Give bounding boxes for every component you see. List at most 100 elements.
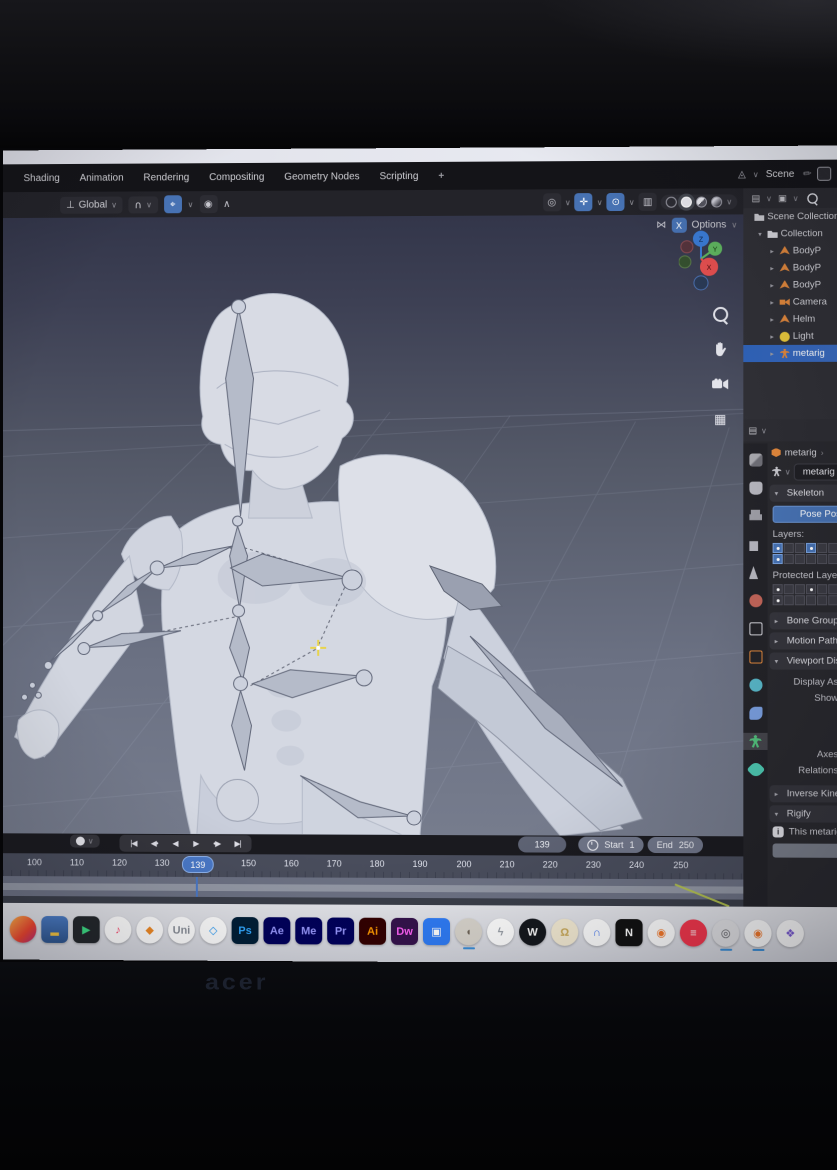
dock-item[interactable]: Ae	[263, 917, 290, 948]
properties-tab[interactable]	[743, 620, 767, 637]
transport-button[interactable]: ▶|	[228, 837, 248, 850]
layer-toggle[interactable]	[806, 554, 816, 564]
search-icon[interactable]	[807, 193, 818, 204]
dock-app-icon[interactable]	[10, 916, 37, 943]
dock-item[interactable]: ▣	[423, 918, 450, 949]
properties-tab[interactable]	[743, 733, 767, 750]
inverse-kinematics-panel-header[interactable]: ▸ Inverse Kinematics	[770, 785, 837, 803]
protected-layer-toggle[interactable]	[828, 584, 837, 594]
dock-item[interactable]: ϟ	[487, 918, 514, 949]
xray-toggle[interactable]: ▥	[639, 193, 657, 211]
dock-app-icon[interactable]: ▶	[73, 916, 100, 943]
protected-layer-toggle[interactable]	[828, 595, 837, 605]
protected-layer-toggle[interactable]	[806, 595, 816, 605]
layer-toggle[interactable]	[817, 543, 827, 553]
dock-item[interactable]: ∩	[583, 919, 610, 950]
dock-item[interactable]: Ai	[359, 918, 386, 949]
dock-item[interactable]: ◖	[455, 918, 482, 949]
layer-toggle[interactable]	[795, 543, 805, 553]
dock-app-icon[interactable]: Uni	[168, 917, 195, 944]
workspace-tab[interactable]: +	[429, 167, 453, 184]
outliner-row[interactable]: ▾ Collection	[743, 225, 837, 243]
layer-toggle[interactable]	[795, 554, 805, 564]
record-button[interactable]	[76, 837, 85, 846]
view-layer-icon[interactable]	[817, 167, 831, 181]
workspace-tab[interactable]: Scripting	[371, 167, 428, 184]
bone-groups-panel-header[interactable]: ▸ Bone Groups	[770, 612, 837, 629]
outliner-row[interactable]: ▸ Camera	[743, 293, 837, 310]
dock-item[interactable]: ◉	[648, 919, 675, 950]
dock-item[interactable]: Dw	[391, 918, 418, 949]
outliner-row[interactable]: ▸ BodyP	[743, 259, 837, 276]
workspace-tab[interactable]: Animation	[71, 169, 133, 186]
dock-app-icon[interactable]: ◆	[136, 917, 163, 944]
dock-item[interactable]: Ps	[232, 917, 259, 948]
camera-view-tool[interactable]	[709, 373, 731, 395]
dock-item[interactable]: ▂	[41, 916, 68, 947]
dock-app-icon[interactable]: W	[519, 919, 546, 946]
expand-arrow-icon[interactable]: ▸	[768, 349, 777, 357]
dock-app-icon[interactable]: Dw	[391, 918, 418, 945]
material-shading-button[interactable]	[696, 196, 707, 207]
transport-button[interactable]: •▶	[207, 837, 227, 850]
orthographic-grid-tool[interactable]: ▦	[709, 408, 731, 430]
frame-ruler[interactable]: 139 100 110 120 130 150 160 170	[3, 853, 744, 879]
transport-button[interactable]: ◀•	[144, 837, 164, 850]
dock-item[interactable]: ♪	[105, 916, 132, 947]
properties-tab[interactable]	[743, 677, 767, 694]
dock-app-icon[interactable]: ◇	[200, 917, 227, 944]
layer-toggle[interactable]	[828, 543, 837, 553]
dock-app-icon[interactable]: ◉	[648, 919, 675, 946]
dock-item[interactable]: ◇	[200, 917, 227, 948]
dock-item[interactable]: N	[615, 919, 642, 950]
frame-end-field[interactable]: End 250	[648, 837, 703, 853]
pivot-point-dropdown[interactable]: ◎	[543, 193, 561, 211]
pin-icon[interactable]: ✐	[799, 167, 813, 181]
gizmos-toggle[interactable]: ✛	[575, 193, 593, 211]
expand-arrow-icon[interactable]: ▸	[768, 247, 777, 255]
chevron-down-icon[interactable]: ∨	[188, 200, 194, 209]
dock-item[interactable]: Me	[295, 917, 322, 948]
workspace-tab[interactable]: Rendering	[135, 169, 199, 186]
properties-tab[interactable]	[743, 648, 767, 665]
properties-tab[interactable]	[743, 705, 767, 722]
properties-tab[interactable]	[743, 564, 767, 581]
dock-item[interactable]: ≡	[680, 919, 707, 950]
chevron-down-icon[interactable]: ∨	[753, 170, 759, 179]
display-mode-icon[interactable]: ▣	[778, 193, 787, 204]
protected-layer-toggle[interactable]	[784, 584, 794, 594]
protected-layer-toggle[interactable]	[784, 595, 794, 605]
properties-tab[interactable]	[743, 480, 767, 497]
dock-item[interactable]: ▶	[73, 916, 100, 947]
skeleton-panel-header[interactable]: ▾ Skeleton	[770, 484, 837, 501]
outliner-row[interactable]: ▸ Light	[743, 328, 837, 345]
current-frame-field[interactable]: 139	[518, 836, 566, 852]
expand-arrow-icon[interactable]: ▸	[768, 332, 777, 340]
properties-tab[interactable]	[743, 592, 767, 609]
workspace-tab[interactable]: Compositing	[200, 168, 273, 185]
dock-item[interactable]: Pr	[327, 918, 354, 949]
dock-item[interactable]	[10, 916, 37, 947]
dock-item[interactable]: ❖	[777, 920, 804, 951]
motion-paths-panel-header[interactable]: ▸ Motion Paths	[770, 632, 837, 649]
dock-app-icon[interactable]: Ω	[551, 919, 578, 946]
outliner-row[interactable]: ▸ BodyP	[743, 276, 837, 293]
dock-item[interactable]: W	[519, 919, 546, 950]
dock-app-icon[interactable]: ◉	[744, 920, 771, 947]
properties-tab[interactable]	[743, 536, 767, 553]
editor-type-icon[interactable]: ▤	[748, 425, 757, 436]
layer-toggle[interactable]	[773, 554, 783, 564]
dock-app-icon[interactable]: Me	[295, 917, 322, 944]
dock-app-icon[interactable]: ≡	[680, 919, 707, 946]
proportional-editing-toggle[interactable]: ◉	[199, 195, 217, 213]
3d-viewport[interactable]: ⋈ X Options ∨	[3, 214, 744, 836]
zoom-tool[interactable]	[709, 303, 731, 325]
dock-app-icon[interactable]: ◖	[455, 918, 482, 945]
transport-button[interactable]: ▶	[186, 837, 206, 850]
layer-toggle[interactable]	[773, 543, 783, 553]
chevron-down-icon[interactable]: ∨	[88, 837, 94, 846]
dock-app-icon[interactable]: ∩	[583, 919, 610, 946]
transport-button[interactable]: ◀	[165, 837, 185, 850]
wireframe-shading-button[interactable]	[666, 196, 677, 207]
filter-icon[interactable]: ▤	[751, 193, 760, 204]
